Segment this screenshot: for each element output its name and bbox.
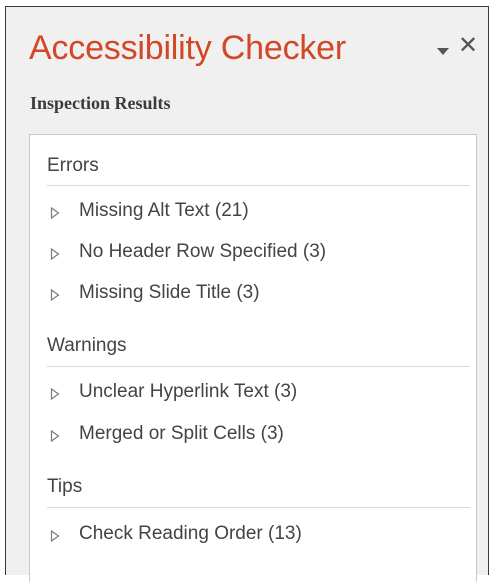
accessibility-checker-pane: Accessibility Checker ✕ Inspection Resul…: [5, 6, 489, 582]
dropdown-triangle-icon: [437, 48, 449, 55]
result-item-label: No Header Row Specified (3): [79, 241, 327, 262]
close-icon: ✕: [458, 32, 479, 59]
result-item-label: Missing Slide Title (3): [79, 282, 260, 303]
close-pane-button[interactable]: ✕: [458, 32, 479, 59]
result-item-missing-slide-title[interactable]: Missing Slide Title (3): [47, 281, 457, 309]
group-header-tips: Tips: [47, 476, 83, 497]
group-divider: [47, 507, 470, 508]
result-item-unclear-hyperlink-text[interactable]: Unclear Hyperlink Text (3): [47, 380, 457, 408]
group-header-warnings: Warnings: [47, 335, 127, 356]
result-item-check-reading-order[interactable]: Check Reading Order (13): [47, 522, 457, 550]
expand-triangle-icon: [50, 289, 60, 301]
expand-triangle-icon: [50, 430, 60, 442]
result-item-missing-alt-text[interactable]: Missing Alt Text (21): [47, 199, 457, 227]
result-item-label: Unclear Hyperlink Text (3): [79, 381, 298, 402]
expand-triangle-icon: [50, 207, 60, 219]
group-divider: [47, 185, 470, 186]
expand-triangle-icon: [50, 248, 60, 260]
group-header-errors: Errors: [47, 155, 99, 176]
result-item-label: Merged or Split Cells (3): [79, 423, 284, 444]
pane-options-button[interactable]: [436, 45, 450, 57]
result-item-merged-or-split-cells[interactable]: Merged or Split Cells (3): [47, 422, 457, 450]
result-item-label: Missing Alt Text (21): [79, 200, 249, 221]
result-item-no-header-row[interactable]: No Header Row Specified (3): [47, 240, 457, 268]
result-item-label: Check Reading Order (13): [79, 523, 302, 544]
group-divider: [47, 366, 470, 367]
inspection-results-list: Errors Missing Alt Text (21) No Header R…: [29, 134, 477, 582]
pane-title: Accessibility Checker: [29, 29, 347, 67]
expand-triangle-icon: [50, 388, 60, 400]
expand-triangle-icon: [50, 530, 60, 542]
inspection-results-heading: Inspection Results: [30, 93, 171, 113]
